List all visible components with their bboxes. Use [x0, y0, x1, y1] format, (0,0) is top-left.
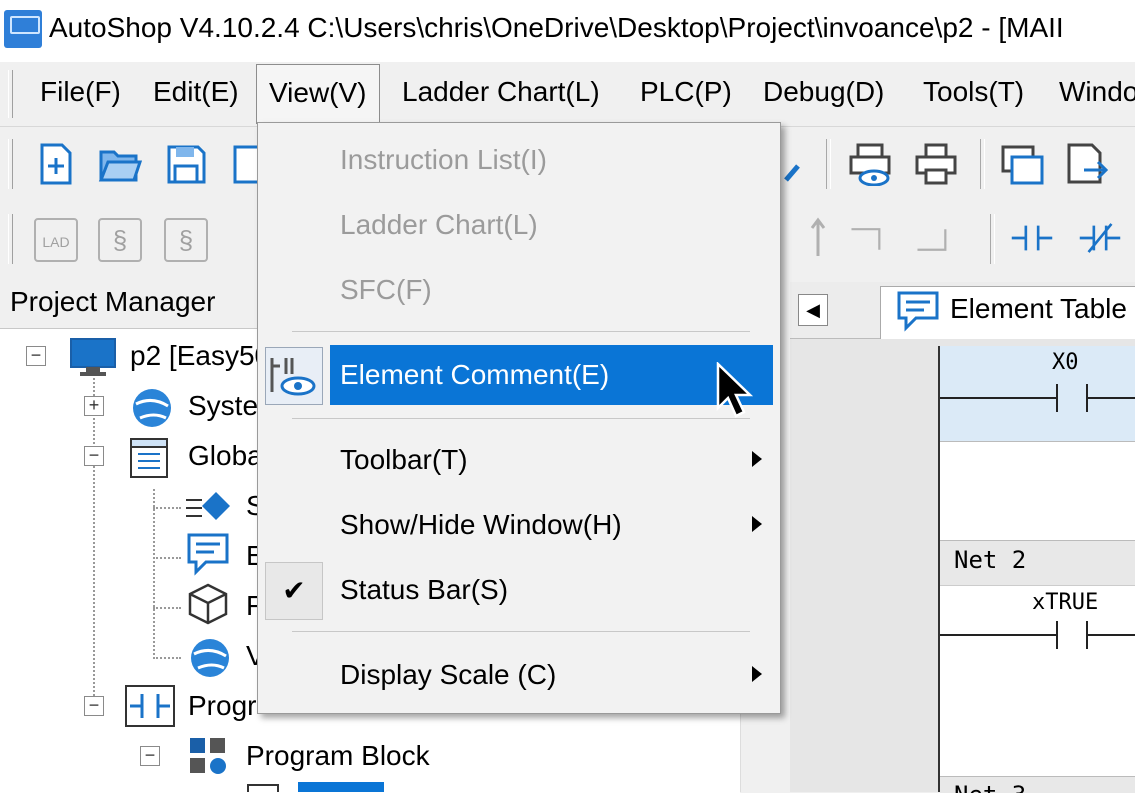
- toolbar-separator: [990, 214, 995, 264]
- branch-up-icon[interactable]: [916, 216, 960, 260]
- globe-icon: [191, 639, 229, 677]
- menu-separator: [292, 331, 750, 332]
- menu-bar: File(F) Edit(E) View(V) Ladder Chart(L) …: [0, 62, 1135, 127]
- document-icon: [247, 784, 279, 792]
- menu-item-status-bar[interactable]: Status Bar(S): [340, 574, 508, 606]
- tree-collapse-toggle[interactable]: −: [84, 446, 104, 466]
- computer-icon: [70, 338, 116, 376]
- tree-node-program[interactable]: Progr: [188, 690, 256, 722]
- print-preview-icon[interactable]: [848, 142, 892, 186]
- search-icon[interactable]: [776, 142, 820, 186]
- rung-wire: [940, 634, 1058, 636]
- menu-item-show-hide-window[interactable]: Show/Hide Window(H): [340, 509, 622, 541]
- ladder-program-icon: [125, 685, 175, 727]
- net-1-rung[interactable]: [940, 346, 1135, 442]
- menu-edit[interactable]: Edit(E): [141, 74, 251, 110]
- tree-connector: [153, 489, 155, 659]
- print-icon[interactable]: [914, 142, 958, 186]
- tree-connector: [153, 657, 181, 659]
- global-variables-icon: [130, 438, 168, 478]
- menu-tools[interactable]: Tools(T): [911, 74, 1036, 110]
- symbol-table-icon: [186, 492, 230, 520]
- tree-collapse-toggle[interactable]: −: [140, 746, 160, 766]
- toolbar-grip[interactable]: [8, 214, 13, 264]
- contact-symbol[interactable]: [1056, 384, 1058, 412]
- element-comment-view-icon: [270, 358, 316, 396]
- menubar-grip[interactable]: [8, 70, 13, 118]
- toolbar-separator: [980, 139, 985, 189]
- save-icon[interactable]: [164, 142, 208, 186]
- submenu-arrow-icon: [752, 666, 762, 682]
- net-3-title: Net 3: [954, 781, 1026, 793]
- tree-connector: [153, 607, 181, 609]
- submenu-arrow-icon: [752, 451, 762, 467]
- tree-connector: [153, 557, 181, 559]
- menu-debug[interactable]: Debug(D): [751, 74, 896, 110]
- app-icon: [4, 10, 42, 48]
- sfc-s-icon[interactable]: §: [98, 218, 142, 262]
- menu-item-instruction-list[interactable]: Instruction List(I): [340, 144, 547, 176]
- tree-node-program-block[interactable]: Program Block: [246, 740, 430, 772]
- tree-connector: [93, 367, 95, 707]
- menu-plc[interactable]: PLC(P): [628, 74, 744, 110]
- menu-view[interactable]: View(V): [256, 64, 380, 124]
- menu-item-display-scale[interactable]: Display Scale (C): [340, 659, 556, 691]
- open-folder-icon[interactable]: [98, 142, 142, 186]
- menu-separator: [292, 418, 750, 419]
- contact-symbol[interactable]: [1056, 621, 1058, 649]
- globe-icon: [133, 389, 171, 427]
- menu-separator: [292, 631, 750, 632]
- contact-label: X0: [1052, 350, 1079, 375]
- new-file-icon[interactable]: [34, 142, 78, 186]
- menu-item-toolbar[interactable]: Toolbar(T): [340, 444, 468, 476]
- tree-node-system[interactable]: Syste: [188, 390, 258, 422]
- st-s-icon[interactable]: §: [164, 218, 208, 262]
- cube-icon: [188, 583, 228, 625]
- branch-down-icon[interactable]: [850, 216, 894, 260]
- net-2-title: Net 2: [954, 546, 1027, 574]
- net-3-header: Net 3: [940, 776, 1135, 793]
- menu-file[interactable]: File(F): [28, 74, 133, 110]
- tree-collapse-toggle[interactable]: −: [84, 696, 104, 716]
- no-contact-icon[interactable]: [1010, 216, 1054, 260]
- element-table-icon: [897, 291, 939, 332]
- tree-node-global[interactable]: Globa: [188, 440, 263, 472]
- element-comment-icon: [187, 533, 229, 576]
- export-icon[interactable]: [1064, 142, 1108, 186]
- tree-expand-toggle[interactable]: +: [84, 396, 104, 416]
- checkmark-icon: ✔: [265, 562, 323, 620]
- selected-tree-node[interactable]: [298, 782, 384, 792]
- menu-item-element-comment[interactable]: Element Comment(E): [340, 359, 609, 391]
- window-title: AutoShop V4.10.2.4 C:\Users\chris\OneDri…: [49, 12, 1064, 43]
- menu-ladder-chart[interactable]: Ladder Chart(L): [390, 74, 612, 110]
- program-block-icon: [190, 738, 226, 774]
- project-manager-title: Project Manager: [10, 286, 216, 317]
- toolbar-grip[interactable]: [8, 139, 13, 189]
- tree-collapse-toggle[interactable]: −: [26, 346, 46, 366]
- nc-contact-icon[interactable]: [1078, 216, 1122, 260]
- rung-wire: [940, 397, 1058, 399]
- submenu-arrow-icon: [752, 516, 762, 532]
- rung-wire: [1086, 634, 1135, 636]
- tree-node-project[interactable]: p2 [Easy50: [130, 340, 270, 372]
- tab-element-table-label: Element Table: [950, 293, 1127, 324]
- menu-item-ladder-chart[interactable]: Ladder Chart(L): [340, 209, 538, 241]
- tree-connector: [153, 507, 181, 509]
- contact-label: xTRUE: [1032, 590, 1099, 615]
- mouse-cursor-icon: [716, 362, 754, 418]
- vertical-line-icon[interactable]: [800, 216, 844, 260]
- tab-scroll-left-button[interactable]: ◀: [798, 294, 828, 326]
- menu-window[interactable]: Windo: [1047, 74, 1135, 110]
- rung-wire: [1086, 397, 1135, 399]
- lad-button[interactable]: LAD: [34, 218, 78, 262]
- toolbar-separator: [826, 139, 831, 189]
- menu-item-sfc[interactable]: SFC(F): [340, 274, 432, 306]
- window-cascade-icon[interactable]: [1000, 142, 1044, 186]
